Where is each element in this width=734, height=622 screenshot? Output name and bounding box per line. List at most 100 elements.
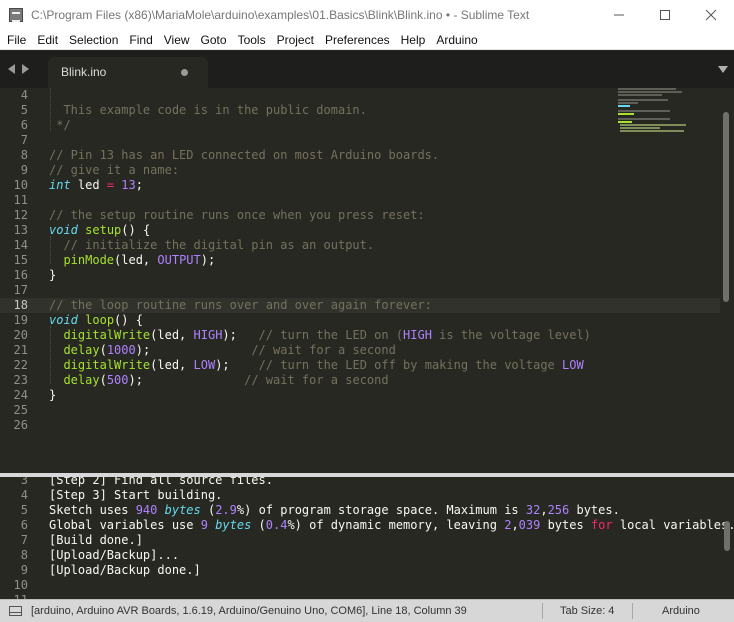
code-token: 039	[518, 518, 541, 532]
code-line[interactable]: 21 delay(1000); // wait for a second	[0, 343, 720, 358]
code-line[interactable]: 10	[0, 578, 725, 593]
tab-bar: Blink.ino	[0, 51, 734, 88]
tab-label: Blink.ino	[61, 65, 107, 79]
code-line[interactable]: 7	[0, 133, 720, 148]
menu-view[interactable]: View	[159, 33, 196, 47]
code-token: LOW	[193, 358, 216, 372]
tab-size-indicator[interactable]: Tab Size: 4	[560, 605, 614, 617]
line-number: 5	[20, 103, 28, 117]
arrow-left-icon[interactable]	[8, 64, 15, 74]
code-token: 32	[525, 503, 541, 517]
code-text: }	[49, 388, 56, 403]
menu-goto[interactable]: Goto	[196, 33, 233, 47]
menu-help[interactable]: Help	[396, 33, 432, 47]
code-token: // the setup routine runs once when you …	[49, 208, 425, 222]
code-line[interactable]: 14 // initialize the digital pin as an o…	[0, 238, 720, 253]
line-number: 23	[13, 373, 28, 387]
code-token: 1000	[106, 343, 136, 357]
menu-tools[interactable]: Tools	[233, 33, 272, 47]
code-token: ;	[135, 178, 143, 192]
menu-find[interactable]: Find	[124, 33, 158, 47]
minimap[interactable]	[618, 88, 718, 134]
build-output-panel[interactable]: 3 [Step 2] Find all source files. 4 [Step 3…	[0, 477, 734, 599]
code-line[interactable]: 9 [Upload/Backup done.]	[0, 563, 725, 578]
line-number: 11	[13, 193, 28, 207]
code-token: is the voltage level)	[431, 328, 591, 342]
code-token: delay	[63, 343, 100, 357]
code-line[interactable]: 19 void loop() {	[0, 313, 720, 328]
code-line[interactable]: 6 */	[0, 118, 720, 133]
editor-scrollbar[interactable]	[723, 112, 729, 302]
code-line[interactable]: 13 void setup() {	[0, 223, 720, 238]
code-line[interactable]: 6 Global variables use 9 bytes (0.4%) of …	[0, 518, 734, 533]
code-line[interactable]: 24}	[0, 388, 720, 403]
code-token: for	[590, 518, 613, 532]
code-editor[interactable]: 45 This example code is in the public do…	[0, 88, 734, 473]
code-line[interactable]: 25	[0, 403, 720, 418]
code-line[interactable]: 11	[0, 193, 720, 208]
code-text: // initialize the digital pin as an outp…	[49, 238, 374, 253]
code-token: 0.4	[265, 518, 288, 532]
code-line[interactable]: 8 [Upload/Backup]...	[0, 548, 725, 563]
minimize-button[interactable]	[596, 0, 642, 30]
code-line[interactable]: 20 digitalWrite(led, HIGH); // turn the …	[0, 328, 720, 343]
code-line[interactable]: 9 // give it a name:	[0, 163, 720, 178]
line-number: 17	[13, 283, 28, 297]
code-line[interactable]: 23 delay(500); // wait for a second	[0, 373, 720, 388]
unsaved-dot-icon[interactable]	[181, 69, 188, 76]
code-token: // the loop routine runs over and over a…	[49, 298, 432, 312]
output-scrollbar[interactable]	[724, 521, 730, 551]
line-number: 10	[13, 578, 28, 592]
code-token: */	[49, 118, 71, 132]
code-line[interactable]: 10 int led = 13;	[0, 178, 720, 193]
code-token: (	[99, 373, 107, 387]
code-line[interactable]: 8 // Pin 13 has an LED connected on most …	[0, 148, 720, 163]
code-token: );	[128, 373, 245, 387]
menu-project[interactable]: Project	[272, 33, 320, 47]
menu-preferences[interactable]: Preferences	[320, 33, 396, 47]
code-token: }	[49, 388, 57, 402]
code-line[interactable]: 15 pinMode(led, OUTPUT);	[0, 253, 720, 268]
code-line[interactable]: 5 This example code is in the public dom…	[0, 103, 720, 118]
minimap-line	[620, 124, 686, 126]
code-token: // wait for a second	[244, 373, 389, 387]
code-line[interactable]: 17	[0, 283, 720, 298]
panel-toggle-icon[interactable]	[9, 606, 22, 616]
code-line[interactable]: 4 [Step 3] Start building.	[0, 488, 725, 503]
code-line[interactable]: 4	[0, 88, 720, 103]
code-text: [Upload/Backup]...	[49, 548, 179, 563]
menu-selection[interactable]: Selection	[64, 33, 124, 47]
code-line[interactable]: 7 [Build done.]	[0, 533, 725, 548]
line-number: 25	[13, 403, 28, 417]
menu-file[interactable]: File	[2, 33, 32, 47]
code-line[interactable]: 16}	[0, 268, 720, 283]
code-token: (	[251, 518, 266, 532]
code-text: // the setup routine runs once when you …	[49, 208, 425, 223]
code-line[interactable]: 3 [Step 2] Find all source files.	[0, 477, 725, 488]
close-button[interactable]	[688, 0, 734, 30]
code-line[interactable]: 22 digitalWrite(led, LOW); // turn the L…	[0, 358, 720, 373]
code-token: This example code is in the public domai…	[49, 103, 367, 117]
code-token: (led,	[150, 358, 194, 372]
tab-list-chevron-icon[interactable]	[718, 66, 728, 73]
maximize-button[interactable]	[642, 0, 688, 30]
line-number: 7	[20, 133, 28, 147]
line-number: 4	[20, 488, 28, 502]
minimap-line	[618, 99, 668, 101]
menu-arduino[interactable]: Arduino	[431, 33, 483, 47]
code-line[interactable]: 26	[0, 418, 720, 433]
code-line[interactable]: 18 // the loop routine runs over and over…	[0, 298, 720, 313]
code-text: void setup() {	[49, 223, 150, 238]
arrow-right-icon[interactable]	[22, 64, 29, 74]
code-line[interactable]: 12 // the setup routine runs once when yo…	[0, 208, 720, 223]
tab-blink-ino[interactable]: Blink.ino	[48, 57, 208, 88]
code-line[interactable]: 5 Sketch uses 940 bytes (2.9%) of program…	[0, 503, 725, 518]
code-token: (	[99, 343, 107, 357]
code-token: );	[222, 328, 259, 342]
syntax-indicator[interactable]: Arduino	[662, 605, 700, 617]
code-token: LOW	[562, 358, 584, 372]
menu-edit[interactable]: Edit	[32, 33, 64, 47]
